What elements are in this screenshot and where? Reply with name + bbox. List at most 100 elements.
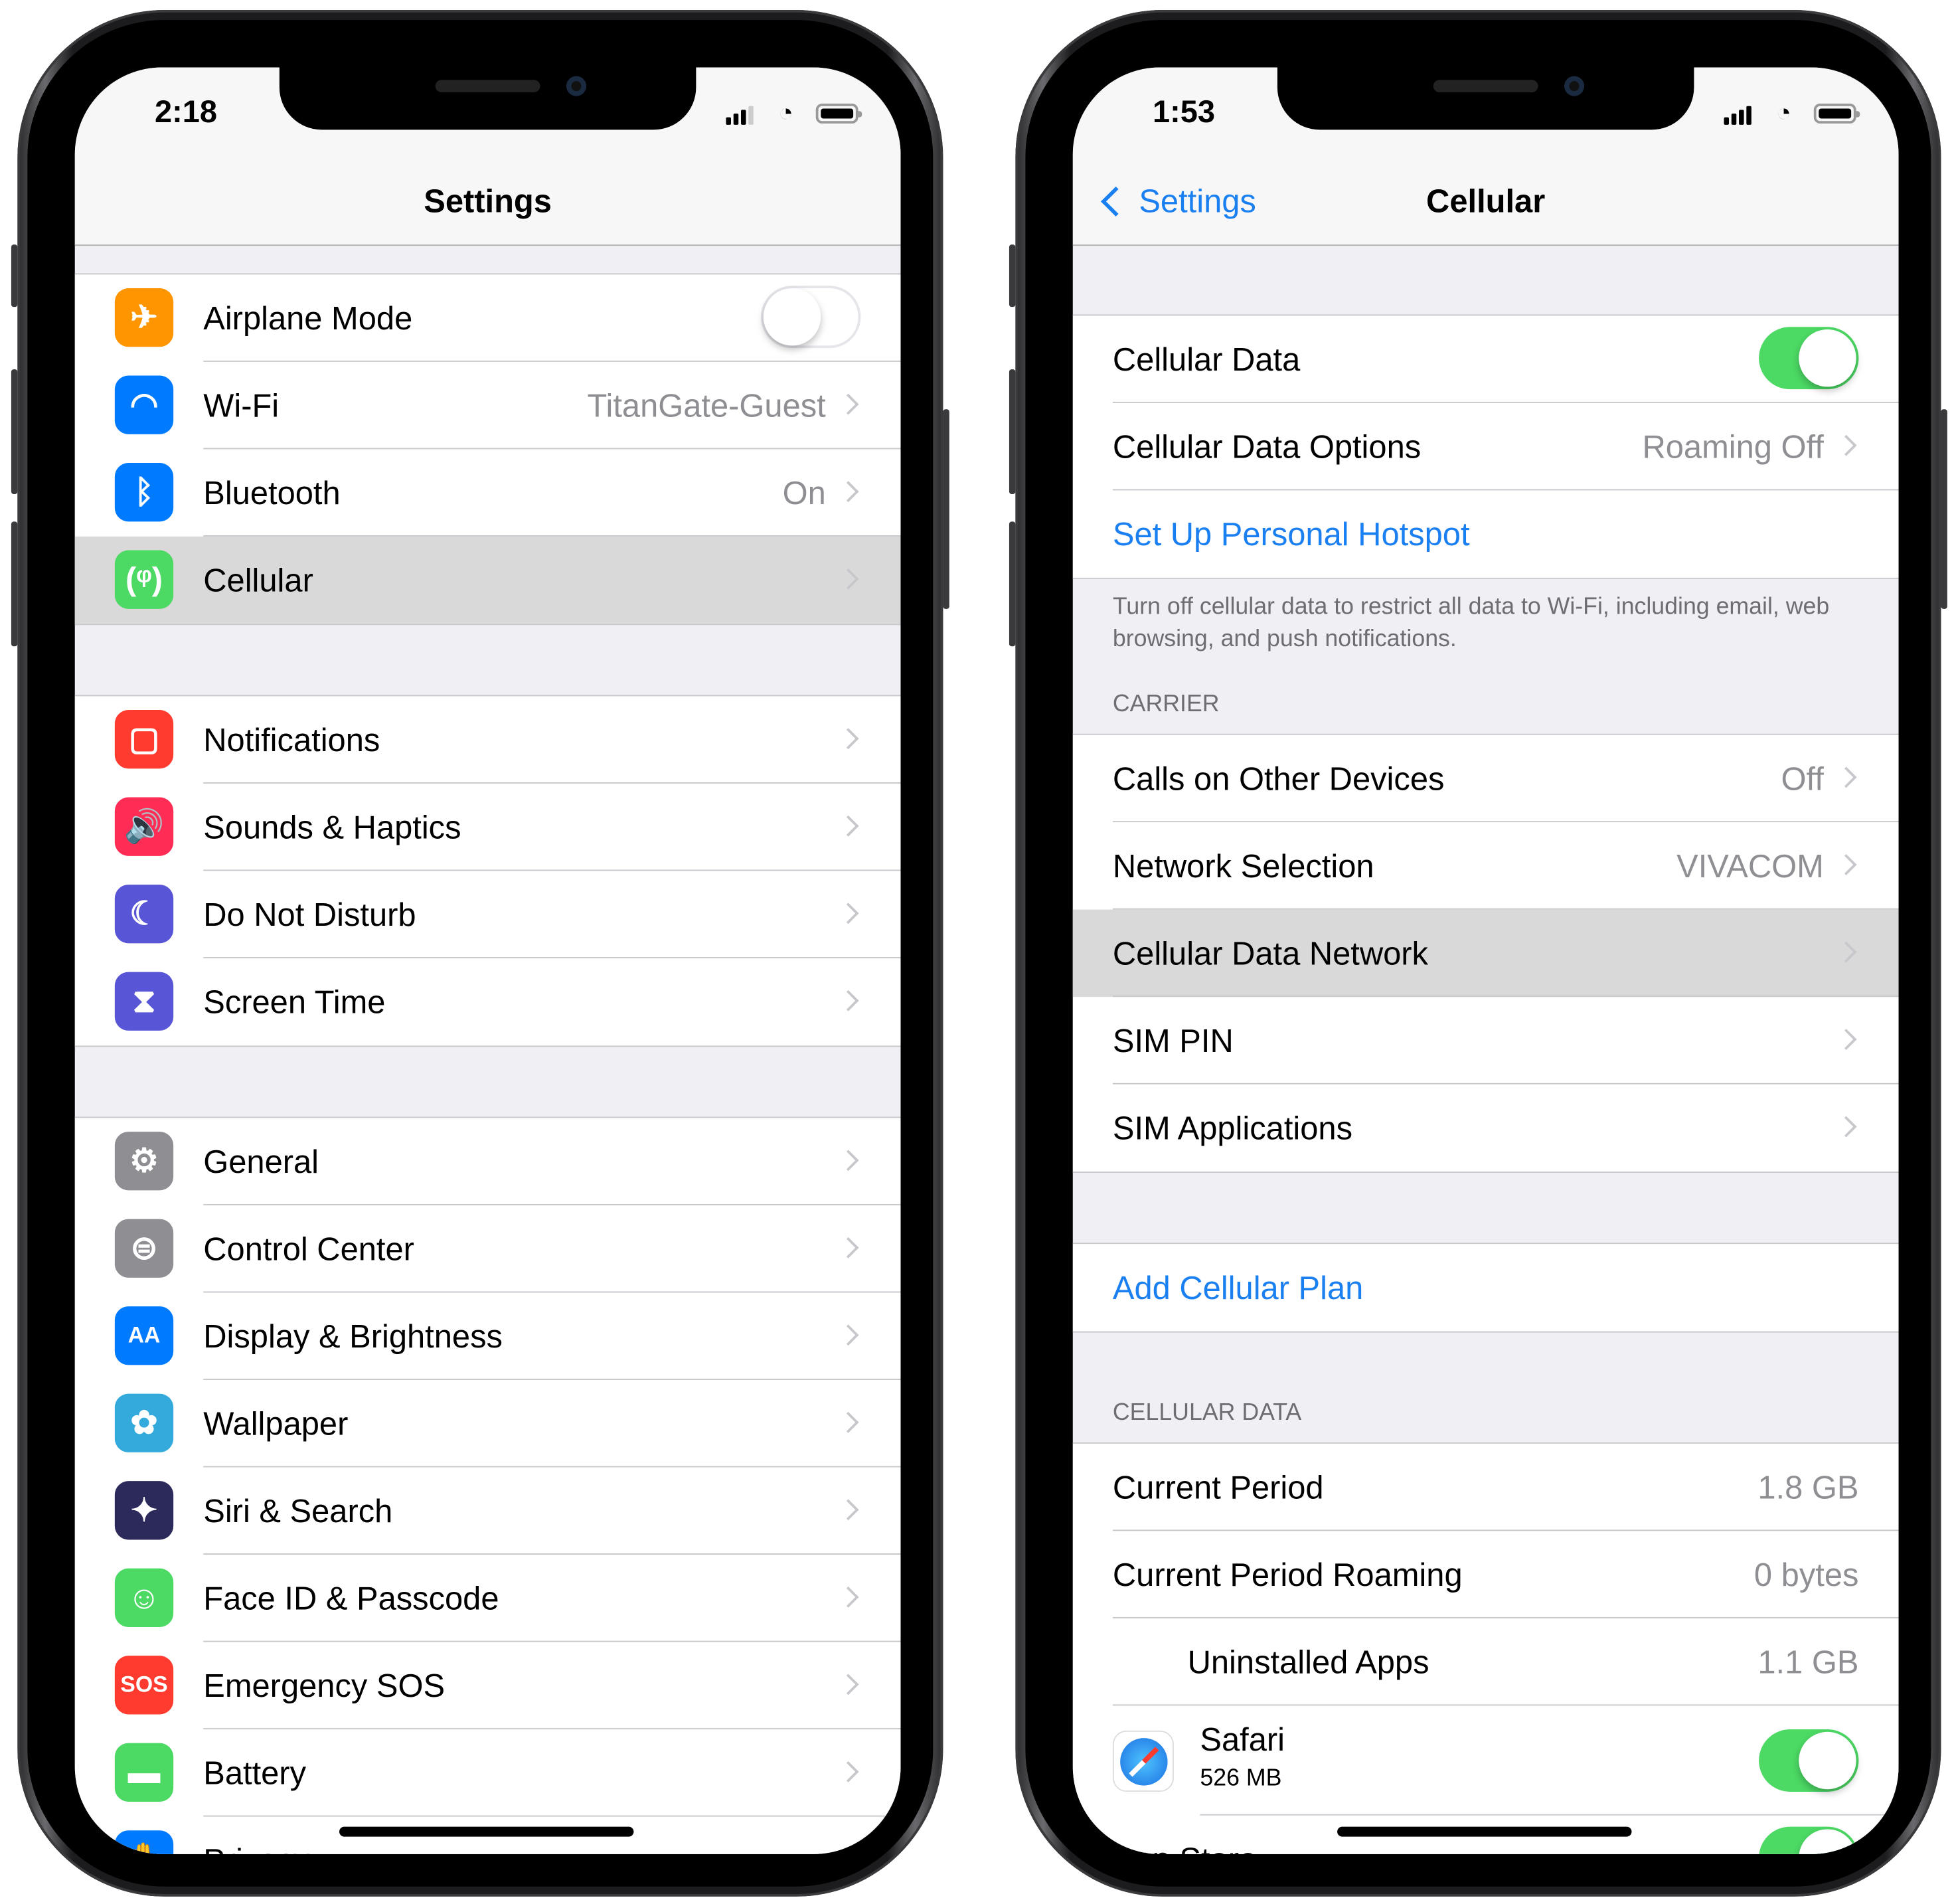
toggle-knob — [1799, 1829, 1856, 1854]
home-indicator[interactable] — [339, 1826, 634, 1837]
row-label: Cellular Data — [1112, 339, 1301, 378]
cellular-row-sim-applications[interactable]: SIM Applications — [1073, 1084, 1899, 1172]
settings-row-emergency-sos[interactable]: SOS Emergency SOS — [75, 1642, 901, 1730]
camera-icon — [566, 76, 587, 96]
row-value: VIVACOM — [1676, 846, 1824, 885]
settings-row-sounds-haptics[interactable]: 🔊 Sounds & Haptics — [75, 784, 901, 871]
battery-status-icon — [1813, 103, 1860, 124]
row-label: Calls on Other Devices — [1112, 759, 1445, 797]
gear-icon: ⚙ — [114, 1132, 174, 1191]
cellular-row-calls-on-other-devices[interactable]: Calls on Other Devices Off — [1073, 735, 1899, 823]
cellular-row-safari[interactable]: Safari 526 MB — [1073, 1705, 1899, 1816]
row-label: Cellular — [203, 561, 313, 598]
chevron-right-icon — [837, 481, 859, 503]
settings-row-do-not-disturb[interactable]: ☾ Do Not Disturb — [75, 871, 901, 958]
row-label: General — [203, 1142, 319, 1180]
cellular-data-toggle[interactable] — [1759, 327, 1859, 390]
right-screen: 1:53 ◔ Settings Cellular Cellular Data Ce… — [1072, 67, 1899, 1854]
row-label: Cellular Data Network — [1112, 934, 1428, 972]
toggle-knob — [763, 288, 821, 346]
volume-down-button — [1009, 521, 1016, 647]
settings-list: ✈ Airplane Mode ◠ Wi-Fi TitanGate-Guest ᛒ Blue… — [74, 273, 901, 1854]
toggle-knob — [1799, 1731, 1856, 1790]
row-label: Display & Brightness — [203, 1317, 503, 1355]
settings-row-airplane-mode[interactable]: ✈ Airplane Mode — [75, 274, 901, 362]
chevron-right-icon — [1835, 854, 1857, 875]
safari-toggle[interactable] — [1759, 1729, 1859, 1792]
row-value: TitanGate-Guest — [587, 386, 826, 424]
safari-compass-icon — [1112, 1730, 1174, 1792]
mute-switch — [11, 244, 18, 307]
cellular-row-current-period-roaming[interactable]: Current Period Roaming 0 bytes — [1073, 1531, 1899, 1618]
sos-icon: SOS — [114, 1656, 174, 1715]
chevron-right-icon — [1835, 434, 1857, 456]
settings-row-wi-fi[interactable]: ◠ Wi-Fi TitanGate-Guest — [75, 362, 901, 450]
airplane-mode-toggle[interactable] — [761, 286, 861, 349]
row-label: Face ID & Passcode — [203, 1579, 499, 1616]
cellular-row-network-selection[interactable]: Network Selection VIVACOM — [1073, 822, 1899, 910]
switches-icon: ⊜ — [114, 1219, 174, 1278]
row-label: Safari — [1200, 1720, 1285, 1759]
row-label: Add Cellular Plan — [1112, 1268, 1364, 1306]
speaker-icon: 🔊 — [114, 797, 174, 856]
side-button — [1941, 409, 1947, 609]
settings-row-general[interactable]: ⚙ General — [75, 1118, 901, 1205]
row-label: Do Not Disturb — [203, 895, 416, 933]
settings-row-face-id-passcode[interactable]: ☺ Face ID & Passcode — [75, 1555, 901, 1642]
row-label: Siri & Search — [203, 1492, 393, 1529]
settings-row-cellular[interactable]: (ᵠ) Cellular — [74, 536, 901, 624]
home-indicator[interactable] — [1337, 1826, 1632, 1837]
text-size-icon: AA — [114, 1306, 174, 1365]
row-label: Current Period Roaming — [1112, 1555, 1463, 1593]
airplane-icon: ✈ — [114, 288, 174, 347]
volume-down-button — [11, 521, 18, 647]
camera-icon — [1564, 76, 1585, 96]
app-store-toggle[interactable] — [1759, 1826, 1859, 1854]
settings-row-battery[interactable]: ▬ Battery — [75, 1729, 901, 1817]
wifi-status-icon: ◔ — [778, 100, 793, 128]
chevron-right-icon — [1835, 766, 1857, 788]
cellular-row-sim-pin[interactable]: SIM PIN — [1073, 997, 1899, 1084]
cellular-row-uninstalled-apps[interactable]: Uninstalled Apps 1.1 GB — [1073, 1618, 1899, 1706]
chevron-right-icon — [837, 1848, 859, 1854]
settings-group: ⚙ General ⊜ Control Center AA Display & Brigh… — [74, 1116, 901, 1854]
status-time: 1:53 — [1153, 94, 1216, 130]
settings-row-siri-search[interactable]: ✦ Siri & Search — [75, 1467, 901, 1555]
cellular-row-cellular-data-options[interactable]: Cellular Data Options Roaming Off — [1073, 403, 1899, 491]
cellular-row-current-period[interactable]: Current Period 1.8 GB — [1073, 1444, 1899, 1531]
settings-row-screen-time[interactable]: ⧗ Screen Time — [75, 958, 901, 1046]
volume-up-button — [11, 369, 18, 495]
row-label: Notifications — [203, 721, 380, 758]
chevron-right-icon — [837, 815, 859, 837]
cellular-row-add-cellular-plan[interactable]: Add Cellular Plan — [1073, 1244, 1899, 1332]
wifi-icon: ◠ — [114, 375, 174, 434]
row-label: Airplane Mode — [203, 298, 413, 337]
settings-row-bluetooth[interactable]: ᛒ Bluetooth On — [75, 449, 901, 537]
chevron-right-icon — [837, 728, 859, 750]
chevron-right-icon — [837, 1324, 859, 1346]
toggle-knob — [1799, 329, 1856, 387]
settings-row-control-center[interactable]: ⊜ Control Center — [75, 1205, 901, 1293]
cellular-row-cellular-data[interactable]: Cellular Data — [1073, 315, 1899, 403]
settings-row-wallpaper[interactable]: ✿ Wallpaper — [75, 1380, 901, 1468]
battery-status-icon — [815, 103, 862, 124]
chevron-right-icon — [837, 1761, 859, 1782]
row-label: SIM Applications — [1112, 1108, 1353, 1146]
cellular-row-set-up-personal-hotspot[interactable]: Set Up Personal Hotspot — [1073, 490, 1899, 578]
settings-row-display-brightness[interactable]: AA Display & Brightness — [75, 1292, 901, 1380]
cellular-row-cellular-data-network[interactable]: Cellular Data Network — [1072, 909, 1899, 997]
flower-icon: ✿ — [114, 1393, 174, 1452]
row-label: Control Center — [203, 1229, 414, 1267]
signal-icon — [1724, 106, 1752, 125]
bluetooth-icon: ᛒ — [114, 463, 174, 522]
row-value: Roaming Off — [1642, 427, 1824, 465]
settings-row-notifications[interactable]: ▢ Notifications — [75, 696, 901, 784]
privacy-hand-icon: ✋ — [114, 1830, 174, 1854]
moon-icon: ☾ — [114, 885, 174, 944]
row-value: 1.1 GB — [1757, 1642, 1859, 1680]
row-label: Privacy — [203, 1841, 309, 1854]
notch — [1277, 67, 1694, 130]
row-value: Off — [1781, 759, 1824, 797]
